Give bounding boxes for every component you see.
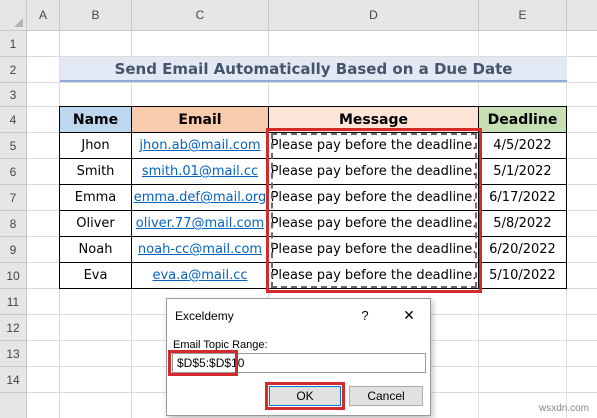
column-header-f[interactable]: [567, 0, 597, 31]
cell-message[interactable]: Please pay before the deadline.: [268, 184, 479, 211]
header-message[interactable]: Message: [268, 106, 479, 133]
row-header-3[interactable]: 3: [0, 83, 27, 107]
row-header-8[interactable]: 8: [0, 211, 27, 237]
column-header-b[interactable]: B: [60, 0, 132, 31]
cell-deadline[interactable]: 5/8/2022: [478, 210, 567, 237]
cell-email[interactable]: oliver.77@mail.com: [131, 210, 269, 237]
row-header-7[interactable]: 7: [0, 185, 27, 211]
cell-deadline[interactable]: 6/17/2022: [478, 184, 567, 211]
cell-email[interactable]: smith.01@mail.cc: [131, 158, 269, 185]
column-header-a[interactable]: A: [27, 0, 60, 31]
input-box-dialog: Exceldemy ? ✕ Email Topic Range: $D$5:$D…: [166, 298, 431, 416]
sheet-title[interactable]: Send Email Automatically Based on a Due …: [60, 57, 567, 82]
row-header-2[interactable]: 2: [0, 57, 27, 83]
email-link[interactable]: oliver.77@mail.com: [136, 216, 264, 231]
cell-email[interactable]: noah-cc@mail.com: [131, 236, 269, 263]
cell-message[interactable]: Please pay before the deadline.: [268, 236, 479, 263]
row-header-5[interactable]: 5: [0, 133, 27, 159]
cell-email[interactable]: jhon.ab@mail.com: [131, 132, 269, 159]
spreadsheet: A B C D E 1 2 3 4 5 6 7 8 9 10 11 12 13 …: [0, 0, 597, 418]
header-email[interactable]: Email: [131, 106, 269, 133]
cell-email[interactable]: emma.def@mail.org: [131, 184, 269, 211]
row-header-1[interactable]: 1: [0, 31, 27, 57]
row-header-9[interactable]: 9: [0, 237, 27, 263]
row-header-15[interactable]: [0, 393, 27, 418]
row-header-10[interactable]: 10: [0, 263, 27, 289]
cell-message[interactable]: Please pay before the deadline.: [268, 262, 479, 289]
email-topic-range-input[interactable]: $D$5:$D$10: [172, 353, 426, 373]
cell-deadline[interactable]: 6/20/2022: [478, 236, 567, 263]
cell-name[interactable]: Emma: [59, 184, 132, 211]
cell-name[interactable]: Smith: [59, 158, 132, 185]
email-link[interactable]: noah-cc@mail.com: [138, 242, 262, 257]
cancel-button[interactable]: Cancel: [349, 386, 423, 406]
ok-button[interactable]: OK: [269, 386, 341, 406]
email-link[interactable]: jhon.ab@mail.com: [139, 138, 260, 153]
select-all-corner[interactable]: [0, 0, 27, 31]
row-header-14[interactable]: 14: [0, 367, 27, 393]
row-header-12[interactable]: 12: [0, 315, 27, 341]
help-icon[interactable]: ?: [353, 305, 377, 325]
close-icon[interactable]: ✕: [397, 305, 421, 325]
email-topic-range-label: Email Topic Range:: [173, 339, 268, 351]
email-link[interactable]: emma.def@mail.org: [134, 190, 267, 205]
cell-name[interactable]: Noah: [59, 236, 132, 263]
column-header-d[interactable]: D: [269, 0, 479, 31]
cell-name[interactable]: Eva: [59, 262, 132, 289]
cell-deadline[interactable]: 5/10/2022: [478, 262, 567, 289]
row-header-11[interactable]: 11: [0, 289, 27, 315]
watermark-text: wsxdn.com: [538, 403, 589, 414]
header-deadline[interactable]: Deadline: [478, 106, 567, 133]
dialog-title: Exceldemy: [175, 309, 234, 323]
cell-deadline[interactable]: 5/1/2022: [478, 158, 567, 185]
cell-message[interactable]: Please pay before the deadline.: [268, 158, 479, 185]
cell-name[interactable]: Oliver: [59, 210, 132, 237]
cell-email[interactable]: eva.a@mail.cc: [131, 262, 269, 289]
row-header-6[interactable]: 6: [0, 159, 27, 185]
column-header-c[interactable]: C: [132, 0, 269, 31]
row-header-4[interactable]: 4: [0, 107, 27, 133]
header-name[interactable]: Name: [59, 106, 132, 133]
cell-message[interactable]: Please pay before the deadline.: [268, 132, 479, 159]
email-link[interactable]: smith.01@mail.cc: [142, 164, 258, 179]
cell-message[interactable]: Please pay before the deadline.: [268, 210, 479, 237]
column-header-e[interactable]: E: [479, 0, 567, 31]
email-link[interactable]: eva.a@mail.cc: [152, 268, 247, 283]
cell-name[interactable]: Jhon: [59, 132, 132, 159]
gridline: [27, 82, 597, 83]
cell-deadline[interactable]: 4/5/2022: [478, 132, 567, 159]
row-header-13[interactable]: 13: [0, 341, 27, 367]
